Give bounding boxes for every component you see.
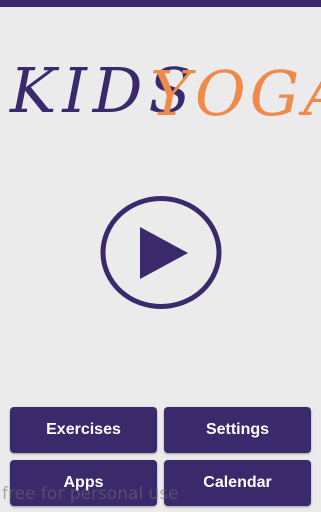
settings-button[interactable]: Settings: [164, 407, 311, 453]
play-icon: [100, 196, 222, 309]
calendar-button[interactable]: Calendar: [164, 460, 311, 506]
settings-button-label: Settings: [205, 421, 270, 438]
exercises-button-label: Exercises: [46, 421, 121, 438]
app-logo: KIDS YOGA: [0, 40, 321, 140]
status-bar: [0, 0, 321, 7]
apps-button[interactable]: Apps: [10, 460, 157, 506]
exercises-button[interactable]: Exercises: [10, 407, 157, 453]
logo-yoga-text: YOGA: [150, 57, 321, 130]
apps-button-label: Apps: [63, 474, 104, 491]
calendar-button-label: Calendar: [203, 474, 272, 491]
play-button[interactable]: [100, 195, 222, 310]
